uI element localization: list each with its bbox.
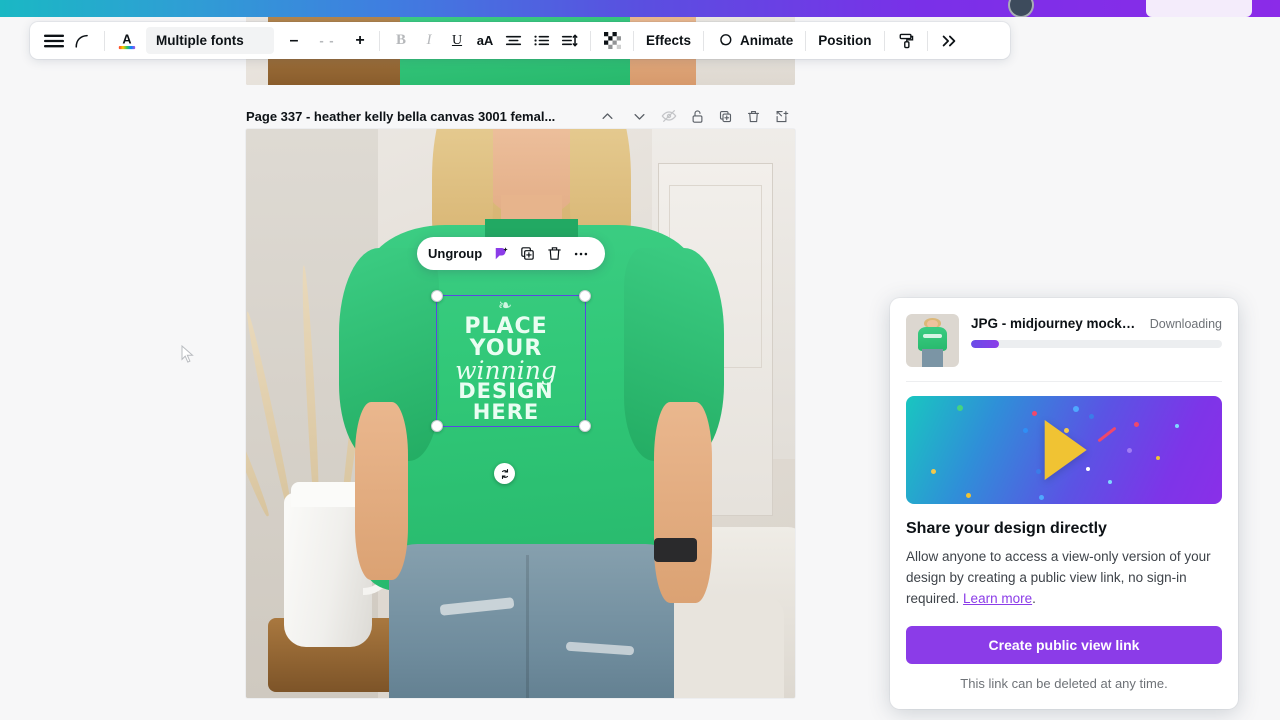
share-section: Share your design directly Allow anyone … (890, 504, 1238, 709)
italic-button[interactable]: I (415, 27, 443, 55)
font-size-increase-button[interactable]: + (348, 29, 372, 53)
move-page-up-button[interactable] (591, 104, 623, 128)
page-title[interactable]: Page 337 - heather kelly bella canvas 30… (246, 109, 555, 124)
letter-case-button[interactable]: aA (471, 27, 499, 55)
underline-button[interactable]: U (443, 27, 471, 55)
divider (906, 381, 1222, 382)
more-options-icon[interactable] (569, 241, 594, 267)
share-button[interactable] (1146, 0, 1252, 17)
resize-handle-top-left[interactable] (431, 290, 443, 302)
canva-editor-screen: Page 337 - heather kelly bella canvas 30… (0, 0, 1280, 720)
font-family-select[interactable]: Multiple fonts (146, 27, 274, 54)
download-share-panel: JPG - midjourney mockups... Downloading (890, 298, 1238, 709)
promo-banner[interactable] (906, 396, 1222, 504)
divider (590, 30, 591, 51)
move-page-down-button[interactable] (623, 104, 655, 128)
delete-page-icon[interactable] (739, 104, 767, 128)
selection-bounding-box[interactable] (431, 290, 591, 432)
hamburger-menu-icon[interactable] (39, 27, 69, 55)
paint-roller-icon[interactable] (892, 27, 920, 55)
duplicate-icon[interactable] (515, 241, 540, 267)
text-color-icon[interactable]: A (112, 27, 142, 55)
magic-edit-icon[interactable] (488, 241, 513, 267)
curve-text-icon[interactable] (69, 27, 97, 55)
page-header: Page 337 - heather kelly bella canvas 30… (246, 103, 795, 129)
divider (883, 30, 885, 51)
animate-label: Animate (740, 33, 794, 48)
download-file-name: JPG - midjourney mockups... (971, 316, 1140, 331)
share-description-text: Allow anyone to access a view-only versi… (906, 549, 1211, 606)
trash-icon[interactable] (542, 241, 567, 267)
avatar[interactable] (1008, 0, 1034, 17)
divider (104, 30, 105, 51)
page-actions (591, 104, 795, 128)
download-thumbnail (906, 314, 959, 367)
share-description-period: . (1032, 590, 1036, 606)
download-progress-bar (971, 340, 1222, 348)
line-spacing-icon[interactable] (555, 27, 583, 55)
download-item[interactable]: JPG - midjourney mockups... Downloading (890, 298, 1238, 381)
position-button[interactable]: Position (813, 27, 876, 55)
download-status: Downloading (1149, 317, 1222, 331)
resize-handle-bottom-right[interactable] (579, 420, 591, 432)
lock-page-icon[interactable] (683, 104, 711, 128)
mouse-cursor (181, 345, 194, 363)
download-info: JPG - midjourney mockups... Downloading (971, 314, 1222, 348)
effects-button[interactable]: Effects (641, 27, 696, 55)
transparency-icon[interactable] (598, 27, 626, 55)
learn-more-link[interactable]: Learn more (963, 591, 1032, 606)
font-size-decrease-button[interactable]: – (282, 29, 306, 53)
divider (633, 30, 634, 51)
element-context-toolbar: Ungroup (417, 237, 605, 270)
bullet-list-icon[interactable] (527, 27, 555, 55)
rotate-handle-icon[interactable] (494, 463, 515, 484)
ungroup-button[interactable]: Ungroup (428, 246, 482, 261)
share-description: Allow anyone to access a view-only versi… (906, 547, 1222, 610)
jeans (389, 544, 674, 698)
hide-page-icon[interactable] (655, 104, 683, 128)
wrist-watch (654, 538, 697, 562)
resize-handle-top-right[interactable] (579, 290, 591, 302)
app-top-bar (0, 0, 1280, 17)
font-size-input[interactable]: - - (308, 33, 346, 48)
font-size-stepper: – - - + (282, 27, 372, 54)
divider (805, 30, 807, 51)
expand-page-icon[interactable] (767, 104, 795, 128)
more-toolbar-options-button[interactable] (935, 27, 963, 55)
bold-button[interactable]: B (387, 27, 415, 55)
resize-handle-bottom-left[interactable] (431, 420, 443, 432)
create-public-view-link-button[interactable]: Create public view link (906, 625, 1222, 664)
svg-text:A: A (122, 31, 131, 46)
animate-button[interactable]: Animate (711, 27, 798, 55)
page-header-next[interactable]: Page 338 - heather ... (246, 713, 795, 720)
share-title: Share your design directly (906, 520, 1107, 537)
divider (379, 30, 380, 51)
duplicate-page-icon[interactable] (711, 104, 739, 128)
text-align-icon[interactable] (499, 27, 527, 55)
download-progress-fill (971, 340, 999, 348)
divider (926, 30, 928, 51)
text-editing-toolbar: A Multiple fonts – - - + B I U aA Effect… (30, 22, 1010, 59)
share-footer-note: This link can be deleted at any time. (960, 675, 1168, 691)
divider (703, 30, 705, 51)
